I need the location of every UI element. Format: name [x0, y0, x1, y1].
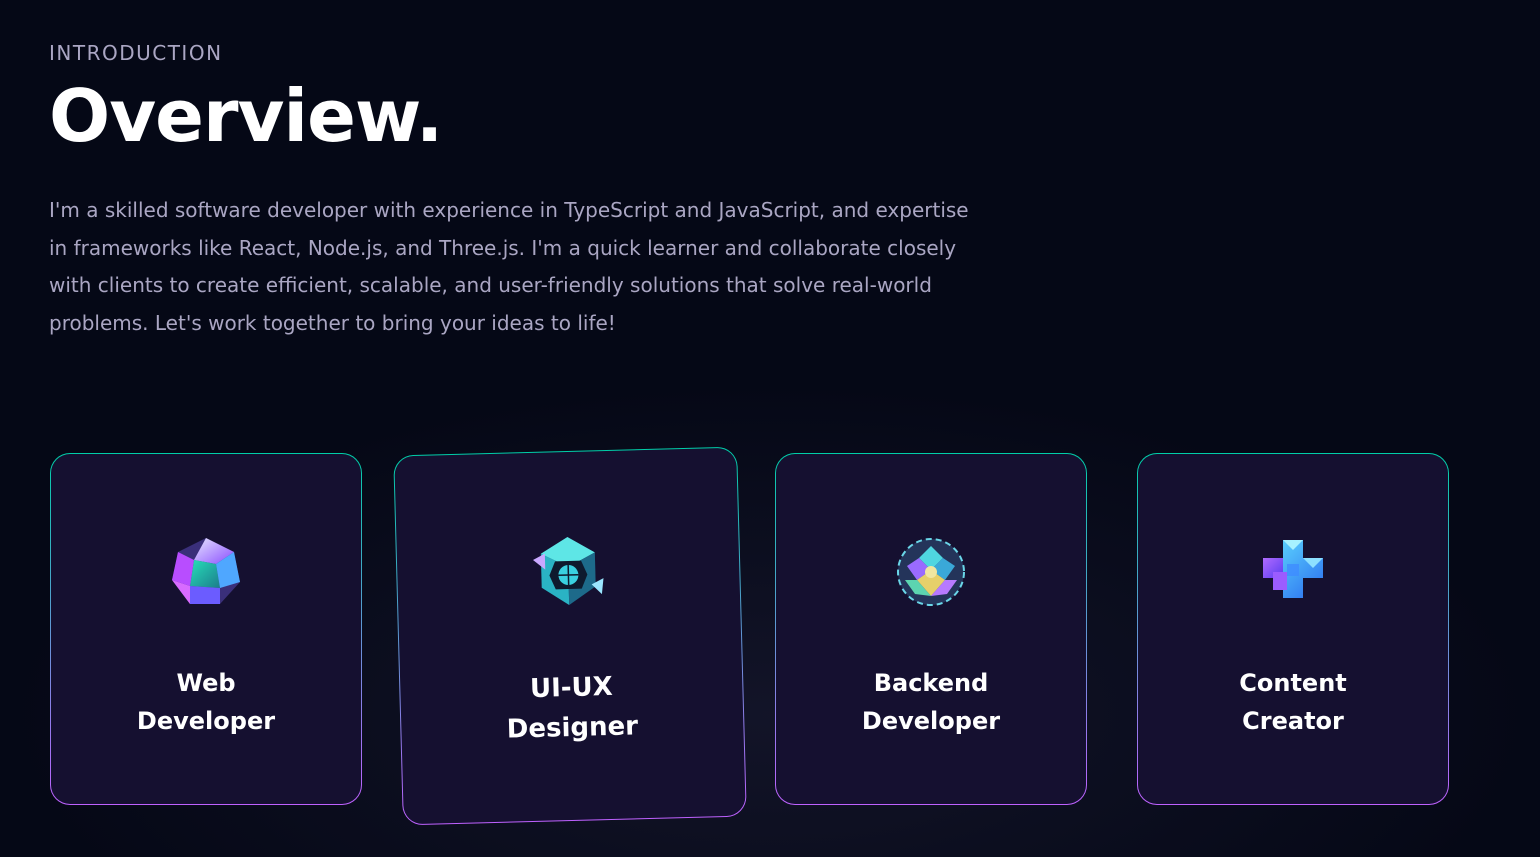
service-card-ui-ux-designer[interactable]: UI-UX Designer [393, 446, 747, 826]
card-title-line: Creator [1242, 707, 1344, 735]
card-title-line: Developer [861, 707, 1001, 735]
card-title-line: UI-UX [529, 671, 614, 705]
service-card-title: Content Creator [1208, 664, 1378, 740]
card-title-line: Designer [506, 711, 639, 745]
service-card-body: Web Developer [51, 454, 361, 804]
service-card-web-developer[interactable]: Web Developer [50, 453, 362, 805]
overview-section: INTRODUCTION Overview. I'm a skilled sof… [49, 38, 1489, 342]
service-card-body: UI-UX Designer [394, 447, 746, 825]
service-card-title: UI-UX Designer [486, 666, 658, 750]
card-title-line: Web [176, 669, 236, 697]
card-title-line: Developer [136, 707, 276, 735]
service-card-title: Backend Developer [846, 664, 1016, 740]
crystal-icosahedron-icon [166, 532, 246, 612]
service-card-body: Backend Developer [776, 454, 1086, 804]
service-card-backend-developer[interactable]: Backend Developer [775, 453, 1087, 805]
card-title-line: Content [1239, 669, 1347, 697]
service-card-body: Content Creator [1138, 454, 1448, 804]
faceted-sphere-icon [891, 532, 971, 612]
section-title: Overview. [49, 74, 443, 158]
service-card-content-creator[interactable]: Content Creator [1137, 453, 1449, 805]
hexagon-cube-icon [527, 531, 609, 613]
card-title-line: Backend [873, 669, 989, 697]
cross-blocks-icon [1253, 532, 1333, 612]
section-subtitle: INTRODUCTION [49, 41, 223, 65]
overview-description: I'm a skilled software developer with ex… [49, 198, 969, 335]
service-card-title: Web Developer [121, 664, 291, 740]
